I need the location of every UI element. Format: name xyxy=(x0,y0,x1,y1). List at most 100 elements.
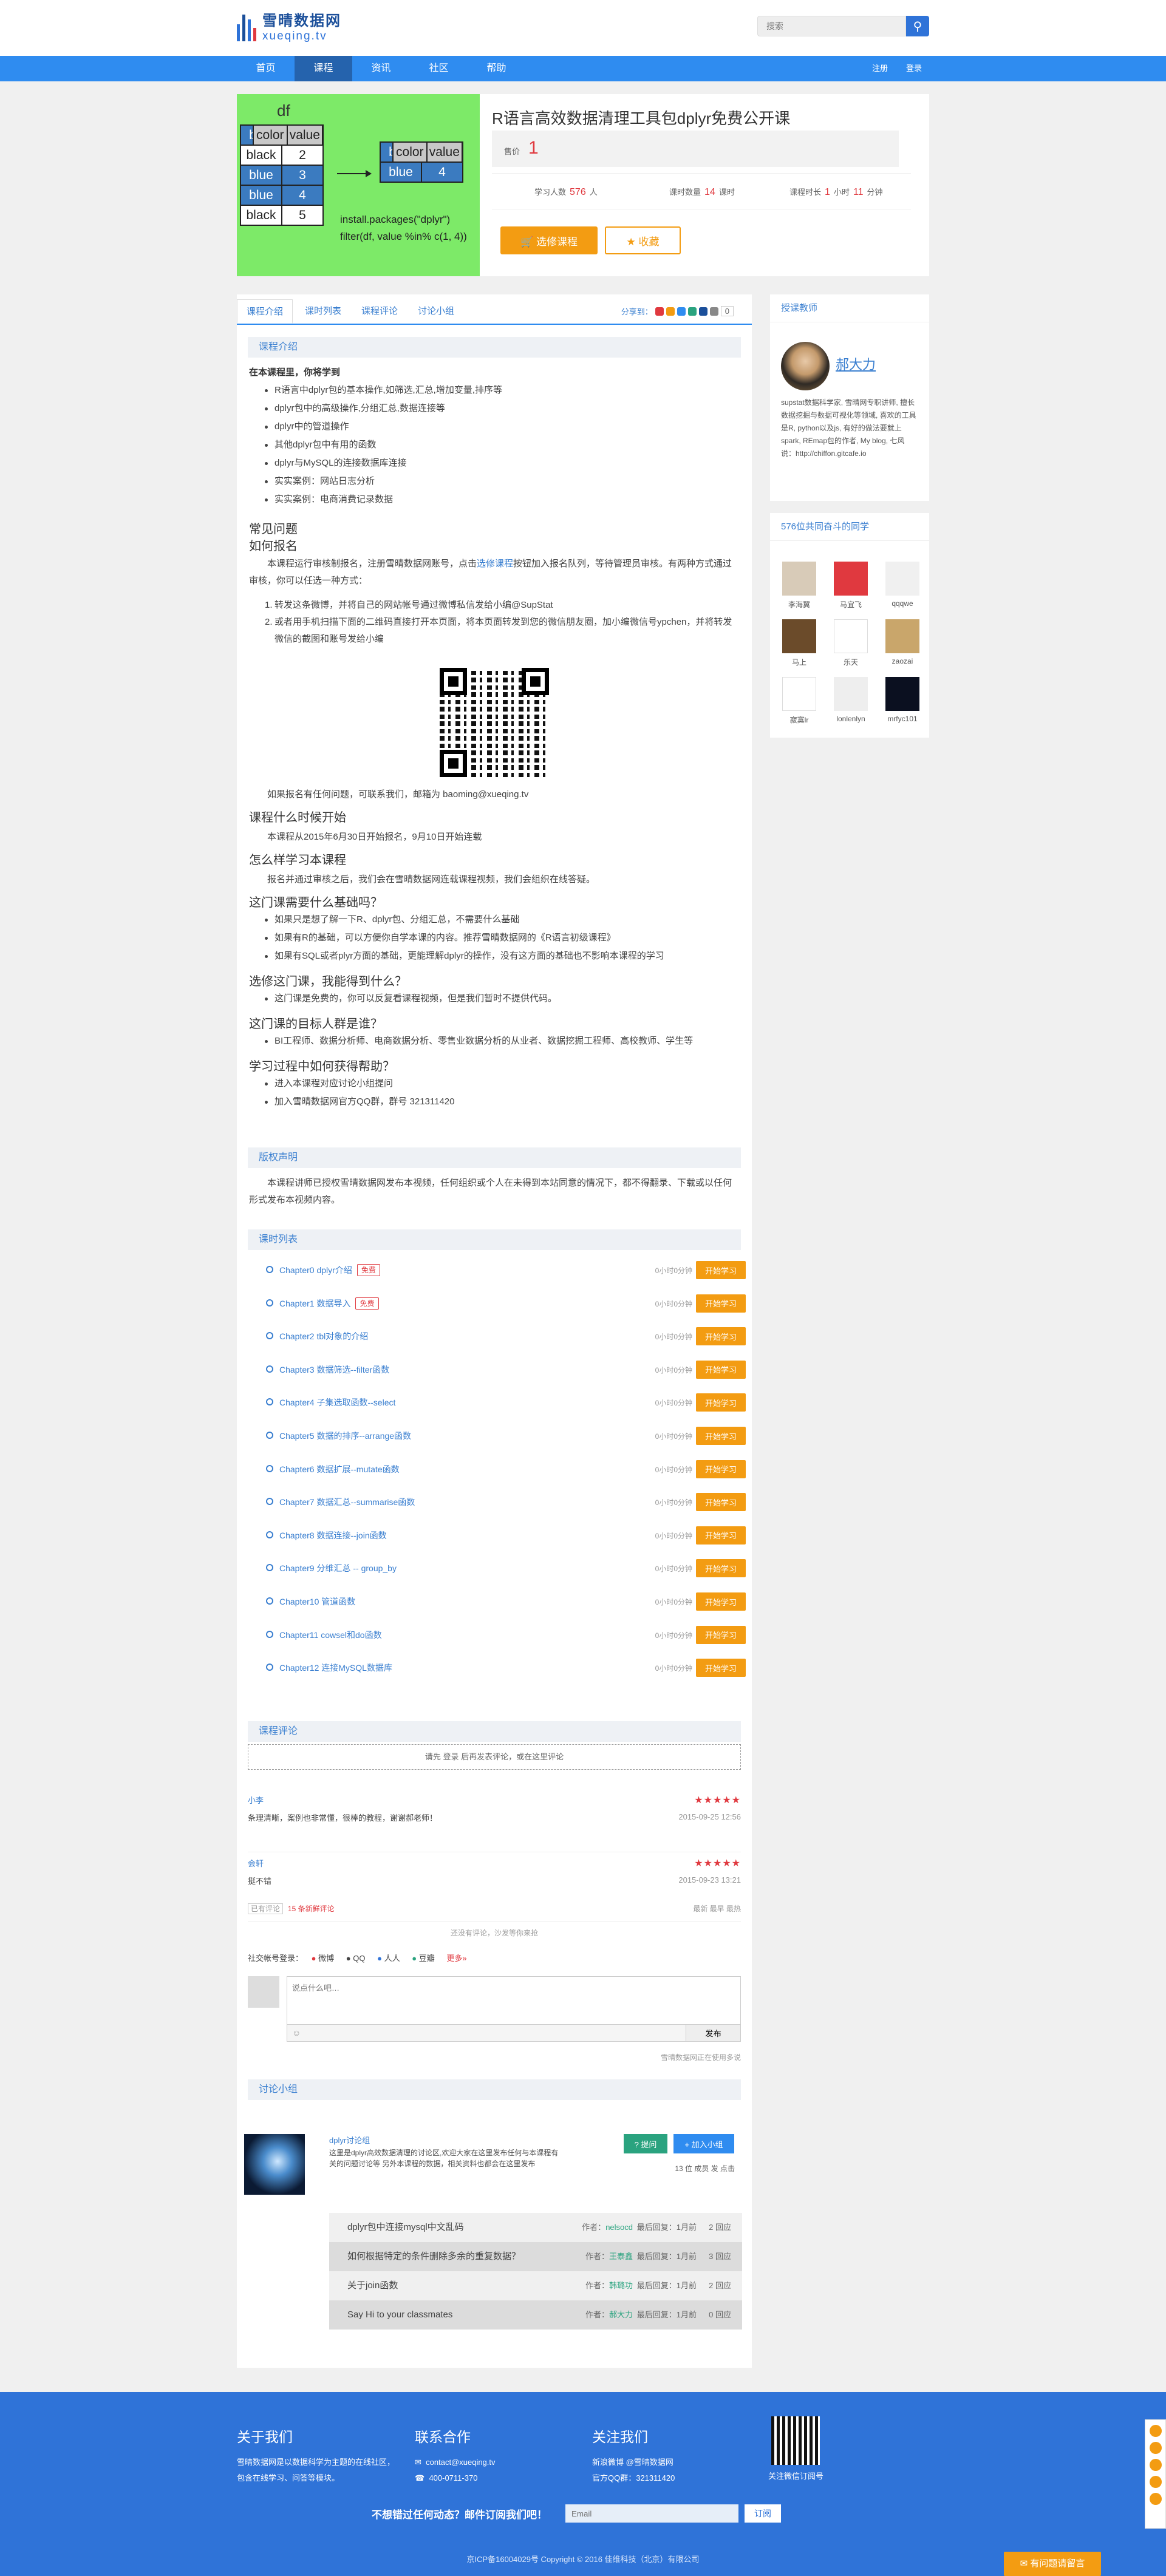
search-input[interactable] xyxy=(757,16,906,36)
qq-login[interactable]: ● QQ xyxy=(346,1954,366,1963)
classmate-avatar[interactable] xyxy=(834,677,868,711)
lesson-title[interactable]: Chapter5 数据的排序--arrange函数 xyxy=(279,1430,411,1442)
classmate-avatar[interactable] xyxy=(885,562,919,596)
lesson-title[interactable]: Chapter12 连接MySQL数据库 xyxy=(279,1662,392,1674)
logo[interactable]: 雪晴数据网 xueqing.tv xyxy=(237,8,341,43)
email-field[interactable] xyxy=(565,2504,738,2523)
classmate-avatar[interactable] xyxy=(834,562,868,596)
lesson-title[interactable]: Chapter3 数据筛选--filter函数 xyxy=(279,1364,389,1376)
classmate-avatar[interactable] xyxy=(885,619,919,653)
phone-float-icon[interactable] xyxy=(1149,2476,1162,2488)
lesson-title[interactable]: Chapter8 数据连接--join函数 xyxy=(279,1529,387,1541)
start-learning-button[interactable]: 开始学习 xyxy=(696,1261,746,1279)
emoji-icon[interactable]: ☺ xyxy=(292,2028,301,2037)
select-course-button[interactable]: 🛒 选修课程 xyxy=(500,226,598,254)
weibo-share-icon[interactable] xyxy=(655,307,664,316)
top-float-icon[interactable] xyxy=(1149,2493,1162,2505)
teacher-avatar[interactable] xyxy=(781,342,830,390)
start-learning-button[interactable]: 开始学习 xyxy=(696,1360,746,1379)
lesson-title[interactable]: Chapter10 管道函数 xyxy=(279,1596,355,1608)
classmate-avatar[interactable] xyxy=(782,677,816,711)
classmate-name[interactable]: 李海翼 xyxy=(775,599,823,610)
comment-user[interactable]: 会轩 xyxy=(248,1857,741,1869)
author-link[interactable]: nelsocd xyxy=(605,2223,633,2232)
more-share-icon[interactable] xyxy=(709,307,718,316)
join-group-button[interactable]: + 加入小组 xyxy=(673,2134,734,2153)
start-learning-button[interactable]: 开始学习 xyxy=(696,1526,746,1545)
qq-float-icon[interactable] xyxy=(1149,2425,1162,2437)
tab-comments[interactable]: 课程评论 xyxy=(352,299,407,324)
classmate-name[interactable]: 马宜飞 xyxy=(827,599,875,610)
search-button[interactable]: ⚲ xyxy=(906,16,929,36)
topic-row[interactable]: Say Hi to your classmates 作者：郝大力 最后回复：1月前 0… xyxy=(329,2300,742,2330)
weibo-login[interactable]: ● 微博 xyxy=(312,1954,335,1963)
qzone-share-icon[interactable] xyxy=(666,307,675,316)
classmate-name[interactable]: 马上 xyxy=(775,657,823,667)
comment-input[interactable] xyxy=(287,1976,741,2025)
start-learning-button[interactable]: 开始学习 xyxy=(696,1460,746,1478)
comment-login-tip[interactable]: 请先 登录 后再发表评论，或在这里评论 xyxy=(248,1744,741,1770)
social-more-link[interactable]: 更多» xyxy=(446,1954,466,1963)
topic-row[interactable]: 如何根据特定的条件删除多余的重复数据？ 作者：王泰鑫 最后回复：1月前 3 回应 xyxy=(329,2242,742,2271)
lesson-title[interactable]: Chapter7 数据汇总--summarise函数 xyxy=(279,1496,415,1508)
nav-courses[interactable]: 课程 xyxy=(295,56,352,81)
lesson-title[interactable]: Chapter2 tbl对象的介绍 xyxy=(279,1330,368,1342)
start-learning-button[interactable]: 开始学习 xyxy=(696,1659,746,1677)
footer-email[interactable]: contact@xueqing.tv xyxy=(426,2458,495,2467)
classmate-name[interactable]: 寂寞lr xyxy=(775,715,823,725)
teacher-name-link[interactable]: 郝大力 xyxy=(836,354,876,373)
subscribe-button[interactable]: 订阅 xyxy=(745,2504,781,2523)
group-name-link[interactable]: dplyr讨论组 xyxy=(329,2134,370,2146)
start-learning-button[interactable]: 开始学习 xyxy=(696,1559,746,1578)
classmate-name[interactable]: 乐天 xyxy=(827,657,875,667)
topic-title[interactable]: Say Hi to your classmates xyxy=(347,2309,452,2320)
classmate-avatar[interactable] xyxy=(885,677,919,711)
comment-user[interactable]: 小李 xyxy=(248,1794,741,1806)
douban-login[interactable]: ● 豆瓣 xyxy=(412,1954,435,1963)
topic-title[interactable]: 关于join函数 xyxy=(347,2280,398,2291)
start-learning-button[interactable]: 开始学习 xyxy=(696,1625,746,1644)
topic-title[interactable]: 如何根据特定的条件删除多余的重复数据？ xyxy=(347,2251,520,2262)
weibo-float-icon[interactable] xyxy=(1149,2459,1162,2471)
start-learning-button[interactable]: 开始学习 xyxy=(696,1393,746,1412)
ask-button[interactable]: ? 提问 xyxy=(624,2134,667,2153)
nav-community[interactable]: 社区 xyxy=(410,56,468,81)
topic-row[interactable]: dplyr包中连接mysql中文乱码 作者：nelsocd 最后回复：1月前 2 回应 xyxy=(329,2213,742,2242)
classmate-avatar[interactable] xyxy=(834,619,868,653)
start-learning-button[interactable]: 开始学习 xyxy=(696,1294,746,1313)
tab-intro[interactable]: 课程介绍 xyxy=(237,299,293,324)
nav-home[interactable]: 首页 xyxy=(237,56,295,81)
lesson-title[interactable]: Chapter6 数据扩展--mutate函数 xyxy=(279,1463,400,1475)
start-learning-button[interactable]: 开始学习 xyxy=(696,1427,746,1445)
classmate-avatar[interactable] xyxy=(782,619,816,653)
tab-group[interactable]: 讨论小组 xyxy=(409,299,463,324)
renren-login[interactable]: ● 人人 xyxy=(377,1954,400,1963)
select-course-link[interactable]: 选修课程 xyxy=(477,559,513,569)
classmate-name[interactable]: lonlenlyn xyxy=(827,715,875,723)
classmate-name[interactable]: qqqwe xyxy=(878,599,927,608)
footer-weibo[interactable]: 新浪微博 @雪晴数据网 xyxy=(592,2455,675,2470)
login-link[interactable]: 登录 xyxy=(906,56,922,81)
classmate-name[interactable]: zaozai xyxy=(878,657,927,665)
tencent-share-icon[interactable] xyxy=(677,307,686,316)
author-link[interactable]: 王泰鑫 xyxy=(609,2252,633,2261)
lesson-title[interactable]: Chapter11 cowsel和do函数 xyxy=(279,1629,382,1641)
lesson-title[interactable]: Chapter4 子集选取函数--select xyxy=(279,1396,395,1409)
author-link[interactable]: 郝大力 xyxy=(609,2310,633,2319)
favorite-button[interactable]: ★ 收藏 xyxy=(605,226,681,254)
lesson-title[interactable]: Chapter0 dplyr介绍 免费 xyxy=(279,1264,380,1276)
register-link[interactable]: 注册 xyxy=(872,56,888,81)
nav-help[interactable]: 帮助 xyxy=(468,56,525,81)
lesson-title[interactable]: Chapter9 分维汇总 -- group_by xyxy=(279,1562,397,1574)
classmate-name[interactable]: mrfyc101 xyxy=(878,715,927,723)
renren-share-icon[interactable] xyxy=(698,307,707,316)
leave-message-button[interactable]: ✉ 有问题请留言 xyxy=(1004,2552,1101,2576)
author-link[interactable]: 韩璐功 xyxy=(609,2281,633,2290)
classmate-avatar[interactable] xyxy=(782,562,816,596)
comment-sort[interactable]: 最新 最早 最热 xyxy=(693,1903,741,1914)
start-learning-button[interactable]: 开始学习 xyxy=(696,1592,746,1611)
topic-title[interactable]: dplyr包中连接mysql中文乱码 xyxy=(347,2222,464,2232)
wechat-share-icon[interactable] xyxy=(687,307,697,316)
start-learning-button[interactable]: 开始学习 xyxy=(696,1493,746,1512)
start-learning-button[interactable]: 开始学习 xyxy=(696,1327,746,1346)
